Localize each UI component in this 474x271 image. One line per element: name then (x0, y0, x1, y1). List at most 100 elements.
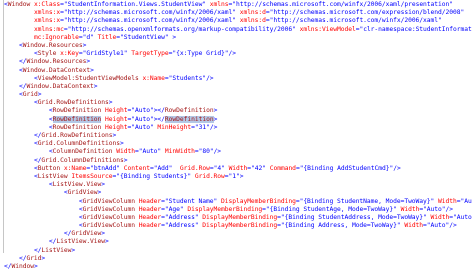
code-token: Height (101, 115, 128, 123)
code-line[interactable]: <RowDefinition Height="Auto"></RowDefini… (4, 115, 472, 124)
code-token: "Auto" (131, 107, 154, 115)
code-token: Height (101, 107, 128, 115)
code-token: ></ (153, 107, 165, 115)
code-line[interactable]: </ListView.View> (4, 238, 472, 246)
code-token: xmlns:x (33, 9, 61, 17)
code-token: x:Name (138, 74, 165, 82)
code-line[interactable]: <Button x:Name="btnAdd" Content="Add" Gr… (4, 165, 472, 173)
code-line[interactable]: <ViewModel:StudentViewModels x:Name="Stu… (4, 75, 472, 83)
code-token: "Address" (164, 213, 199, 221)
code-token: "http://schemas.microsoft.com/expression… (269, 9, 465, 17)
code-token: DisplayMemberBinding (198, 213, 278, 221)
code-token: "31" (194, 123, 210, 131)
code-line[interactable]: <ListView ItemsSource="{Binding Students… (4, 173, 472, 181)
code-token: "{Binding AddStudentCmd}" (299, 164, 394, 172)
code-token: RowDefinition (164, 107, 214, 115)
code-line[interactable]: </Grid.RowDefinitions> (4, 132, 472, 140)
code-line[interactable]: <RowDefinition Height="Auto" MinHeight="… (4, 124, 472, 132)
code-token: GridView (67, 189, 98, 197)
code-token: Grid.Row (172, 164, 210, 172)
code-line[interactable]: <GridView> (4, 189, 472, 197)
code-token: "Auto" (423, 205, 446, 213)
code-line[interactable]: <GridViewColumn Header="Address" Display… (4, 222, 472, 230)
code-token: "{Binding StudentAddress, Mode=TwoWay}" (280, 213, 427, 221)
code-token: Window (11, 263, 34, 270)
code-token: /> (209, 123, 218, 131)
code-line[interactable]: <GridViewColumn Header="Student Name" Di… (4, 198, 472, 206)
code-token: ListView.View (52, 181, 102, 189)
code-line[interactable]: mc:Ignorable="d" Title="StudentView" > (4, 34, 472, 42)
code-line[interactable]: <GridViewColumn Header="Age" DisplayMemb… (4, 206, 472, 214)
code-token: "d" (82, 33, 94, 41)
code-line[interactable]: </GridView> (4, 230, 472, 238)
code-token: "1" (228, 172, 240, 180)
code-line[interactable]: xmlns:mc="http://schemas.openxmlformats.… (4, 26, 472, 34)
code-token: Width (400, 222, 424, 230)
code-token-highlighted: RowDefinition (164, 115, 214, 123)
code-token: > (37, 91, 42, 99)
code-token: > (90, 66, 94, 74)
code-token: ListView.View (56, 238, 106, 246)
code-token: "{Binding StudentAge, Mode=TwoWay}" (265, 205, 397, 213)
code-line[interactable]: <Window.Resources> (4, 42, 472, 50)
code-token: > (101, 230, 106, 238)
code-line[interactable]: </ListView> (4, 247, 472, 255)
code-line[interactable]: <GridViewColumn Header="Address" Display… (4, 214, 472, 222)
code-token: ></ (153, 115, 165, 123)
xaml-code-editor[interactable]: <Window x:Class="StudentInformation.View… (0, 0, 474, 270)
code-line[interactable]: </Window> (4, 263, 472, 271)
code-token: Content (120, 164, 150, 172)
code-token: "Auto" (138, 148, 162, 156)
code-token: </ (18, 254, 27, 262)
code-line[interactable]: </Grid> (4, 255, 472, 263)
code-token: "clr-namespace:StudentInformation.ViewMo… (359, 25, 472, 33)
code-token: Width (434, 197, 457, 205)
code-token: TargetType (127, 50, 169, 58)
code-token: xmlns:mc (33, 25, 64, 33)
code-line[interactable]: </Window.DataContext> (4, 83, 472, 91)
code-line[interactable]: <ColumnDefinition Width="Auto" MinWidth=… (4, 148, 472, 156)
code-line[interactable]: <Grid.RowDefinitions> (4, 99, 472, 107)
code-token: GridViewColumn (82, 222, 135, 230)
code-token: DisplayMemberBinding (183, 205, 263, 213)
code-line[interactable]: </Grid.ColumnDefinitions> (4, 157, 472, 165)
code-token: ViewModel:StudentViewModels (37, 74, 139, 82)
code-token: x:Key (56, 50, 79, 58)
code-token: Header (134, 205, 162, 213)
code-line[interactable]: xmlns:x="http://schemas.microsoft.com/wi… (4, 9, 472, 17)
code-line[interactable]: <RowDefinition Height="Auto"></RowDefini… (4, 107, 472, 115)
code-line[interactable]: <ListView.View> (4, 181, 472, 189)
code-token: Header (134, 213, 162, 221)
code-text-area[interactable]: <Window x:Class="StudentInformation.View… (4, 1, 472, 271)
code-token: x:Name (60, 164, 87, 172)
code-token: "StudentInformation.Views.StudentView" (63, 1, 207, 8)
code-token: "Auto" (452, 213, 472, 221)
code-token: Grid.RowDefinitions (37, 99, 109, 107)
code-line[interactable]: <Style x:Key="GridStyle1" TargetType="{x… (4, 50, 472, 58)
code-token: Command (266, 164, 296, 172)
code-token: ListView (37, 172, 68, 180)
code-line[interactable]: <Grid> (4, 91, 472, 99)
code-line[interactable]: <Grid.ColumnDefinitions> (4, 140, 472, 148)
code-line[interactable]: <Window.DataContext> (4, 67, 472, 75)
code-line[interactable]: xmlns:x="http://schemas.microsoft.com/wi… (4, 17, 472, 25)
code-token: GridView (71, 230, 102, 238)
code-token: > (213, 107, 218, 115)
code-token: > (41, 254, 46, 262)
code-token: > (93, 82, 98, 90)
code-token: "Auto" (131, 123, 154, 131)
code-token: </ (4, 263, 12, 270)
code-line[interactable]: <Window x:Class="StudentInformation.View… (4, 1, 472, 9)
code-line[interactable]: </Window.Resources> (4, 58, 472, 66)
